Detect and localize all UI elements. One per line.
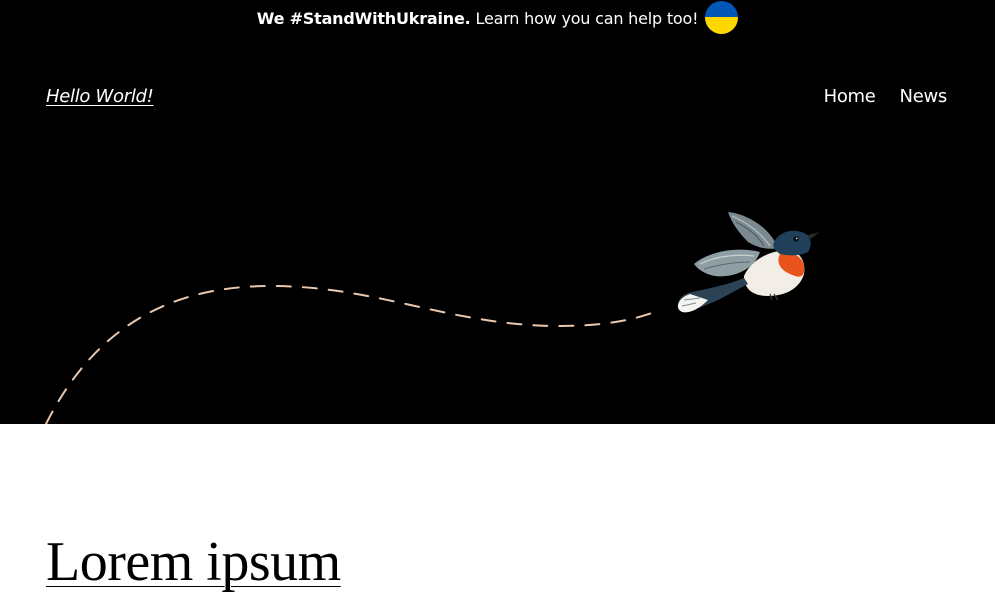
nav-item-home[interactable]: Home: [824, 86, 876, 107]
bird-illustration: [677, 212, 820, 313]
flag-blue-half: [705, 0, 739, 17]
dashed-flight-path: [45, 284, 661, 424]
main-content: Lorem ipsum: [0, 424, 995, 599]
post-title-link[interactable]: Lorem ipsum: [46, 534, 341, 590]
support-banner[interactable]: We #StandWithUkraine. Learn how you can …: [0, 0, 995, 36]
nav-item-news[interactable]: News: [900, 86, 948, 107]
banner-strong-text: We #StandWithUkraine.: [256, 8, 471, 28]
ukraine-flag-icon: [705, 0, 739, 34]
hero-header: Hello World! Home News: [0, 36, 995, 424]
banner-text: Learn how you can help too!: [475, 8, 699, 28]
primary-nav: Home News: [824, 86, 948, 107]
flag-yellow-half: [705, 17, 739, 34]
site-title-link[interactable]: Hello World!: [46, 86, 154, 107]
